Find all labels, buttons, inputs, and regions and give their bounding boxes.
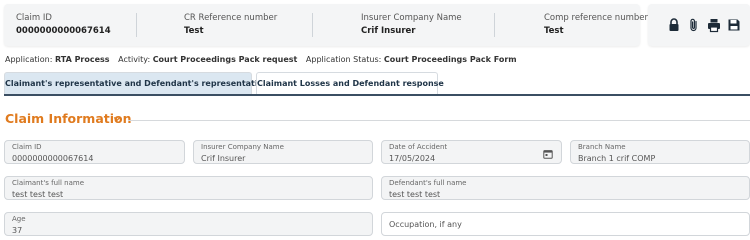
defendant-full-name-label: Defendant's full name — [389, 179, 467, 187]
claim-id-label: Claim ID — [12, 143, 42, 151]
claim-summary-bar: Claim ID 0000000000067614 CR Reference n… — [4, 4, 648, 46]
date-of-accident-field[interactable]: Date of Accident 17/05/2024 — [381, 140, 562, 164]
summary-divider — [494, 13, 495, 37]
application-status-label: Application Status: — [305, 55, 382, 64]
summary-insurer-label: Insurer Company Name — [361, 13, 462, 23]
tab-claimant-losses[interactable]: Claimant Losses and Defendant response — [256, 72, 444, 94]
tab-bar: Claimant's representative and Defendant'… — [4, 72, 750, 96]
occupation-placeholder: Occupation, if any — [389, 220, 462, 229]
application-label: Application: — [5, 55, 53, 64]
summary-claim-id: Claim ID 0000000000067614 — [16, 12, 111, 37]
date-of-accident-value: 17/05/2024 — [389, 154, 436, 163]
summary-divider — [312, 13, 313, 37]
lock-icon — [669, 18, 679, 31]
application-status-line: Application: RTA Process Activity: Court… — [5, 54, 517, 65]
insurer-name-label: Insurer Company Name — [201, 143, 284, 151]
claimant-full-name-label: Claimant's full name — [12, 179, 85, 187]
age-field[interactable]: Age 37 — [4, 212, 373, 236]
summary-cr-reference-label: CR Reference number — [184, 13, 278, 23]
chevron-down-icon[interactable] — [113, 115, 121, 123]
claimant-full-name-field[interactable]: Claimant's full name test test test — [4, 176, 373, 200]
summary-divider — [136, 13, 137, 37]
tab-underline — [4, 94, 750, 96]
claim-id-field[interactable]: Claim ID 0000000000067614 — [4, 140, 185, 164]
summary-insurer-value: Crif Insurer — [361, 26, 416, 36]
age-label: Age — [12, 215, 26, 223]
save-button[interactable] — [726, 17, 742, 33]
insurer-name-field[interactable]: Insurer Company Name Crif Insurer — [193, 140, 373, 164]
calendar-icon[interactable] — [543, 149, 553, 159]
date-of-accident-label: Date of Accident — [389, 143, 448, 151]
paperclip-icon — [690, 18, 697, 32]
print-icon — [708, 19, 720, 33]
claim-id-value: 0000000000067614 — [12, 154, 94, 163]
insurer-name-value: Crif Insurer — [201, 154, 246, 163]
branch-name-label: Branch Name — [578, 143, 626, 151]
summary-comp-reference-value: Test — [544, 26, 564, 36]
attach-button[interactable] — [686, 17, 702, 33]
section-divider — [128, 120, 750, 121]
summary-insurer: Insurer Company Name Crif Insurer — [361, 12, 462, 37]
defendant-full-name-value: test test test — [389, 190, 441, 199]
summary-comp-reference-label: Comp reference number — [544, 13, 648, 23]
application-value: RTA Process — [54, 55, 110, 64]
summary-comp-reference: Comp reference number Test — [544, 12, 648, 37]
summary-cr-reference: CR Reference number Test — [184, 12, 277, 37]
summary-claim-id-label: Claim ID — [16, 13, 52, 23]
print-button[interactable] — [706, 17, 722, 33]
action-toolbar — [648, 4, 750, 46]
branch-name-field[interactable]: Branch Name Branch 1 crif COMP — [570, 140, 750, 164]
save-icon — [728, 19, 740, 31]
age-value: 37 — [12, 226, 23, 235]
summary-claim-id-value: 0000000000067614 — [16, 26, 111, 36]
tab-representatives[interactable]: Claimant's representative and Defendant'… — [4, 72, 268, 94]
lock-button[interactable] — [666, 17, 682, 33]
activity-value: Court Proceedings Pack request — [152, 55, 298, 64]
occupation-field[interactable]: Occupation, if any — [381, 212, 750, 236]
claimant-full-name-value: test test test — [12, 190, 64, 199]
branch-name-value: Branch 1 crif COMP — [578, 154, 656, 163]
defendant-full-name-field[interactable]: Defendant's full name test test test — [381, 176, 750, 200]
application-status-value: Court Proceedings Pack Form — [383, 55, 517, 64]
activity-label: Activity: — [118, 55, 151, 64]
summary-cr-reference-value: Test — [184, 26, 204, 36]
